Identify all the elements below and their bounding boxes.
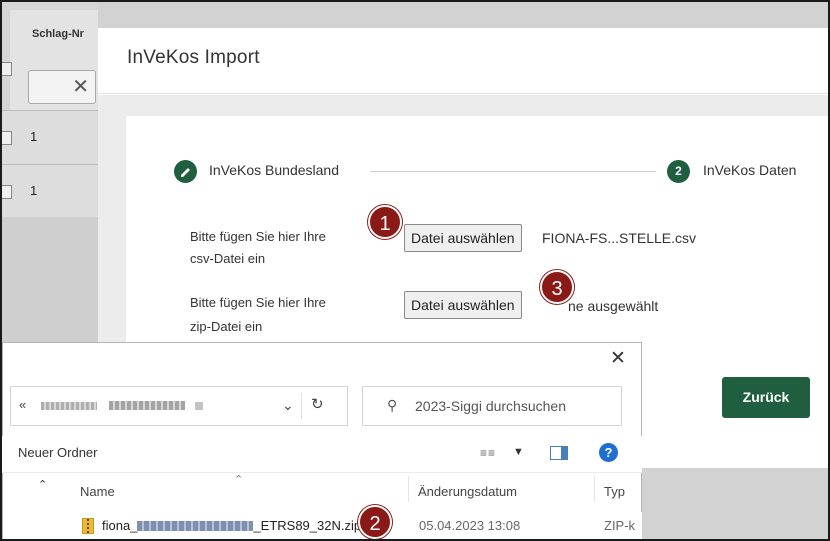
- chevron-down-icon[interactable]: ▼: [513, 446, 524, 458]
- column-separator[interactable]: [408, 476, 409, 502]
- dialog-header: InVeKos Import: [98, 28, 828, 94]
- zip-selected-file-name: ne ausgewählt: [568, 298, 659, 314]
- column-header-type[interactable]: Typ: [604, 484, 625, 499]
- search-placeholder: 2023-Siggi durchsuchen: [415, 398, 566, 414]
- table-row[interactable]: 1: [2, 110, 98, 164]
- sort-indicator-icon: ⌃: [234, 474, 244, 486]
- view-options-icon[interactable]: ≡≡: [480, 446, 496, 460]
- row-value: 1: [30, 183, 38, 198]
- chevron-down-icon[interactable]: ⌄: [282, 397, 294, 414]
- screenshot-frame: Schlag-Nr ✕ 1 1 InVeKos Import InVeKos B…: [0, 0, 830, 541]
- zip-label-line2: zip-Datei ein: [190, 319, 263, 334]
- redacted-path-segment: [195, 402, 203, 410]
- file-modified-date: 05.04.2023 13:08: [419, 518, 521, 533]
- csv-label-line2: csv-Datei ein: [190, 251, 266, 266]
- redacted-path-segment: [41, 402, 97, 410]
- divider: [301, 393, 302, 419]
- file-name[interactable]: fiona_ _ETRS89_32N.zip: [102, 518, 361, 533]
- redacted-path-segment: [109, 401, 185, 410]
- row-checkbox[interactable]: [2, 131, 12, 145]
- close-icon[interactable]: ✕: [610, 349, 626, 369]
- collapse-icon[interactable]: ⌃: [38, 478, 47, 491]
- zip-file-choose-button[interactable]: Datei auswählen: [404, 291, 522, 319]
- column-header-name[interactable]: Name: [80, 484, 115, 499]
- step-label-daten: InVeKos Daten: [703, 162, 797, 178]
- breadcrumb-overflow-icon[interactable]: «: [19, 397, 26, 412]
- zip-folder-icon: [82, 518, 94, 534]
- new-folder-button[interactable]: Neuer Ordner: [18, 445, 97, 460]
- row-checkbox[interactable]: [2, 185, 12, 199]
- header-checkbox[interactable]: [2, 62, 12, 76]
- column-filter-input[interactable]: ✕: [28, 70, 96, 104]
- dialog-title: InVeKos Import: [127, 47, 260, 68]
- table-row[interactable]: 1: [2, 164, 98, 218]
- column-title[interactable]: Schlag-Nr: [32, 28, 84, 40]
- clear-filter-icon[interactable]: ✕: [72, 75, 89, 99]
- column-header-date[interactable]: Änderungsdatum: [418, 484, 517, 499]
- divider: [2, 472, 642, 473]
- row-value: 1: [30, 129, 38, 144]
- help-icon[interactable]: ?: [599, 443, 618, 462]
- annotation-badge-1: 1: [368, 205, 402, 239]
- csv-file-choose-button[interactable]: Datei auswählen: [404, 224, 522, 252]
- address-bar[interactable]: « ⌄ ↻: [10, 386, 348, 426]
- preview-pane-icon[interactable]: [550, 446, 568, 460]
- annotation-badge-3: 3: [540, 270, 574, 304]
- csv-label-line1: Bitte fügen Sie hier Ihre: [190, 229, 326, 244]
- back-button[interactable]: Zurück: [722, 377, 810, 418]
- csv-selected-file-name: FIONA-FS...STELLE.csv: [542, 230, 697, 246]
- file-dialog-toolbar: [2, 436, 642, 472]
- refresh-icon[interactable]: ↻: [311, 395, 324, 413]
- search-input[interactable]: ⚲ 2023-Siggi durchsuchen: [362, 386, 622, 426]
- step-connector: [370, 171, 656, 172]
- file-name-suffix: _ETRS89_32N.zip: [253, 518, 362, 533]
- annotation-badge-2: 2: [358, 505, 392, 539]
- redacted-name-segment: [137, 521, 254, 531]
- zip-label-line1: Bitte fügen Sie hier Ihre: [190, 295, 326, 310]
- file-type: ZIP-k: [604, 518, 636, 533]
- step-done-check-icon: [174, 160, 197, 183]
- step-number-badge: 2: [667, 160, 690, 183]
- step-label-bundesland: InVeKos Bundesland: [209, 162, 339, 178]
- column-separator[interactable]: [594, 476, 595, 502]
- file-name-prefix: fiona_: [102, 518, 138, 533]
- search-icon: ⚲: [387, 397, 398, 413]
